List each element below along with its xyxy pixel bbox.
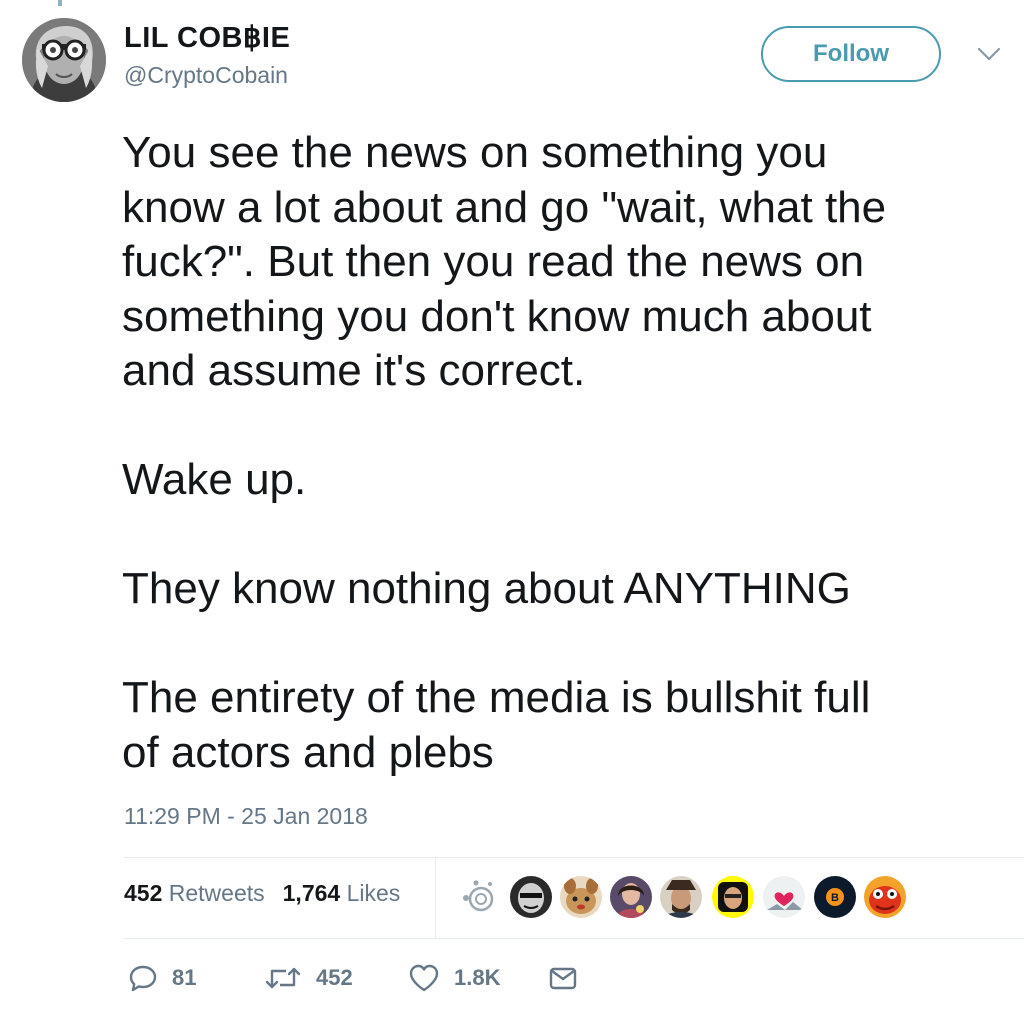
- verified-ring-icon[interactable]: [460, 878, 498, 916]
- chevron-down-icon[interactable]: [976, 44, 1002, 64]
- liker-avatar-snapchat[interactable]: [712, 876, 754, 918]
- retweet-count: 452: [316, 965, 353, 990]
- svg-text:B: B: [831, 892, 839, 904]
- divider: [124, 857, 1024, 858]
- liker-avatar-man-hat[interactable]: [660, 876, 702, 918]
- tweet-timestamp[interactable]: 11:29 PM - 25 Jan 2018: [124, 803, 368, 830]
- liker-avatar-bw-face[interactable]: [510, 876, 552, 918]
- likes-stat[interactable]: 1,764 Likes: [283, 880, 401, 906]
- envelope-icon: [549, 967, 577, 990]
- like-count: 1.8K: [454, 965, 501, 990]
- direct-message-button[interactable]: [548, 958, 578, 998]
- liker-avatar-bitcoin[interactable]: B: [814, 876, 856, 918]
- liker-avatar-red[interactable]: [864, 876, 906, 918]
- liker-avatar-heart[interactable]: [763, 876, 805, 918]
- like-button[interactable]: 1.8K: [408, 958, 500, 998]
- top-accent: [58, 0, 62, 6]
- avatar[interactable]: [22, 18, 106, 102]
- display-name[interactable]: LIL COB฿IE: [124, 20, 290, 55]
- retweet-button[interactable]: 452: [264, 958, 353, 998]
- liker-avatar-woman[interactable]: [610, 876, 652, 918]
- retweets-label: Retweets: [168, 880, 265, 906]
- reply-count: 81: [172, 965, 197, 990]
- likes-label: Likes: [346, 880, 401, 906]
- reply-button[interactable]: 81: [128, 958, 196, 998]
- retweets-count: 452: [124, 880, 163, 906]
- liker-avatar-animal[interactable]: [560, 876, 602, 918]
- engagement-stats: 452 Retweets 1,764 Likes: [124, 880, 400, 907]
- retweet-icon: [265, 967, 301, 989]
- tweet-text: You see the news on something you know a…: [122, 128, 887, 777]
- user-handle[interactable]: @CryptoCobain: [124, 62, 288, 89]
- retweets-stat[interactable]: 452 Retweets: [124, 880, 265, 906]
- reply-icon: [129, 965, 157, 992]
- stats-separator: [435, 858, 436, 938]
- likes-count: 1,764: [282, 880, 341, 906]
- divider: [124, 938, 1024, 939]
- follow-button[interactable]: Follow: [761, 26, 941, 82]
- heart-icon: [409, 964, 439, 992]
